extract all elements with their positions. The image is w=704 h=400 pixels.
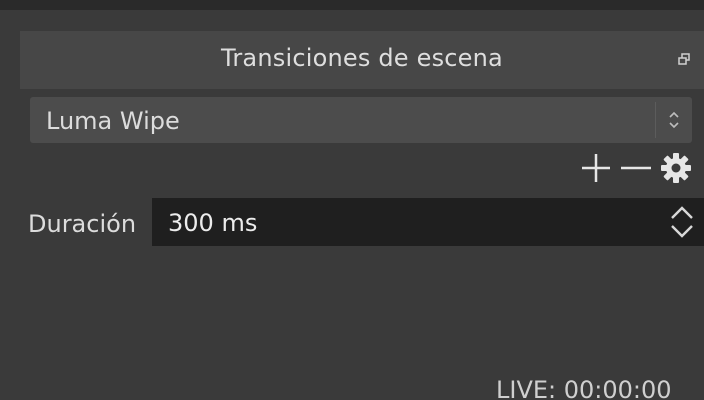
add-transition-button[interactable]	[576, 148, 616, 188]
plus-icon	[582, 154, 610, 182]
duration-value: 300 ms	[168, 209, 258, 237]
live-status: LIVE: 00:00:00	[496, 376, 672, 400]
top-strip	[0, 0, 704, 10]
remove-transition-button[interactable]	[616, 148, 656, 188]
gear-icon	[661, 153, 691, 183]
transition-select-value: Luma Wipe	[46, 107, 180, 135]
duration-label: Duración	[28, 210, 137, 238]
dock-title: Transiciones de escena	[221, 44, 503, 72]
transition-toolbar	[576, 148, 696, 188]
scene-transitions-dock: Transiciones de escena Luma Wipe Duració…	[0, 0, 704, 400]
transition-select[interactable]: Luma Wipe	[30, 97, 692, 143]
spin-updown-icon[interactable]	[668, 200, 696, 244]
float-dock-icon[interactable]	[678, 53, 690, 65]
minus-icon	[621, 166, 651, 170]
combo-updown-icon[interactable]	[664, 107, 684, 133]
combo-separator	[655, 102, 656, 138]
dock-title-bar[interactable]: Transiciones de escena	[20, 31, 704, 89]
duration-spinbox[interactable]: 300 ms	[152, 198, 704, 246]
transition-settings-button[interactable]	[656, 148, 696, 188]
